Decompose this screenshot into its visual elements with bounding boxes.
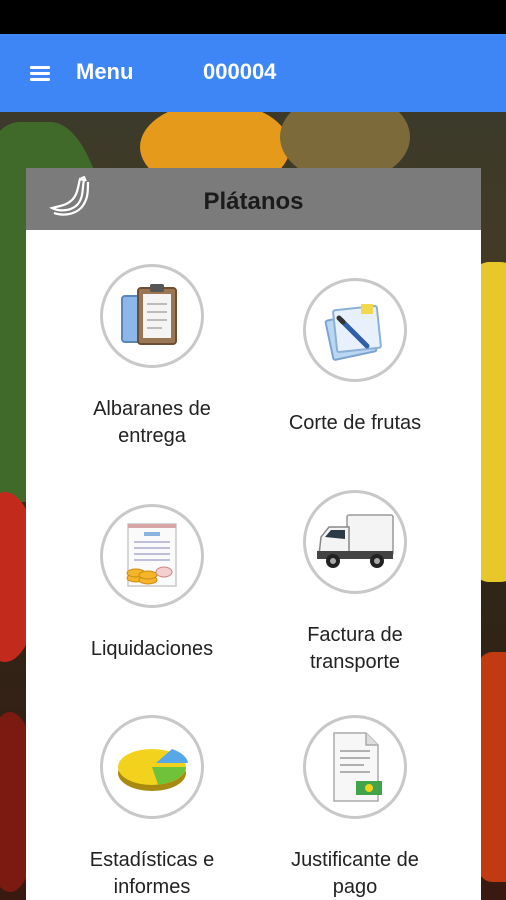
app-bar: Menu 000004 bbox=[0, 34, 506, 112]
card-header: Plátanos bbox=[26, 168, 481, 230]
tile-label-estadisticas: Estadísticas e informes bbox=[89, 849, 215, 898]
hamburger-menu-icon[interactable] bbox=[26, 60, 54, 86]
account-code: 000004 bbox=[203, 59, 277, 84]
clipboard-icon bbox=[100, 264, 204, 368]
category-card: Plátanos Albaranes de entrega Corte de f… bbox=[26, 168, 481, 900]
tile-albaranes[interactable]: Albaranes de entrega bbox=[52, 264, 252, 450]
tile-factura-transporte[interactable]: Factura de transporte bbox=[255, 490, 455, 676]
card-title: Plátanos bbox=[203, 188, 304, 215]
tile-label-liquidaciones: Liquidaciones bbox=[90, 638, 214, 660]
tile-label-factura-transporte: Factura de transporte bbox=[307, 624, 403, 673]
tile-label-albaranes: Albaranes de entrega bbox=[93, 398, 211, 447]
menu-title[interactable]: Menu bbox=[76, 59, 133, 85]
tile-liquidaciones[interactable]: Liquidaciones bbox=[52, 504, 252, 663]
tile-justificante-pago[interactable]: Justificante de pago bbox=[255, 715, 455, 900]
tile-estadisticas[interactable]: Estadísticas e informes bbox=[52, 715, 252, 900]
tile-corte-frutas[interactable]: Corte de frutas bbox=[255, 278, 455, 437]
van-icon bbox=[303, 490, 407, 594]
receipt-icon bbox=[303, 715, 407, 819]
tile-label-justificante-pago: Justificante de pago bbox=[291, 849, 419, 898]
status-bar bbox=[0, 0, 506, 34]
invoice-coins-icon bbox=[100, 504, 204, 608]
tile-label-corte-frutas: Corte de frutas bbox=[288, 412, 422, 434]
pie-chart-icon bbox=[100, 715, 204, 819]
document-pen-icon bbox=[303, 278, 407, 382]
